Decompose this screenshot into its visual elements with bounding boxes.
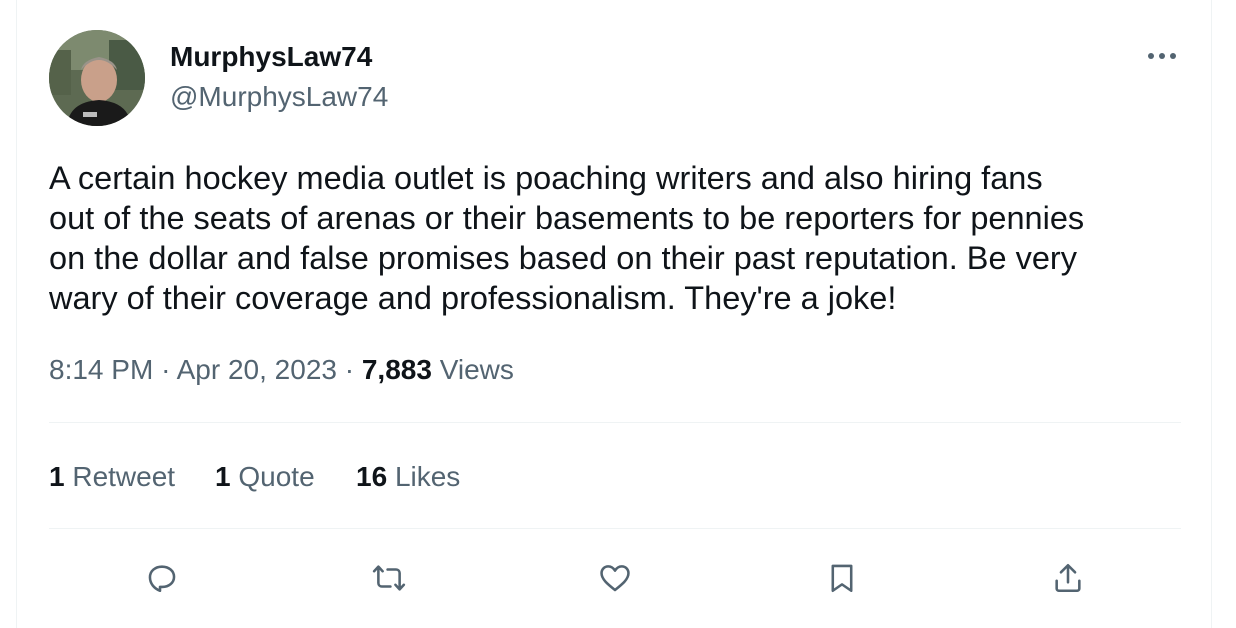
quotes-count: 1 bbox=[215, 461, 231, 492]
meta-separator: · bbox=[344, 354, 355, 385]
retweets-stat[interactable]: 1 Retweet bbox=[49, 459, 175, 495]
retweets-label: Retweet bbox=[72, 461, 176, 492]
share-button[interactable] bbox=[1046, 556, 1090, 600]
reply-button[interactable] bbox=[140, 556, 184, 600]
tweet-date[interactable]: Apr 20, 2023 bbox=[177, 354, 337, 385]
retweet-icon bbox=[372, 565, 406, 591]
author-handle[interactable]: @MurphysLaw74 bbox=[170, 80, 388, 114]
author-display-name[interactable]: MurphysLaw74 bbox=[170, 40, 372, 74]
bookmark-icon bbox=[831, 564, 853, 593]
divider bbox=[49, 422, 1181, 423]
quotes-stat[interactable]: 1 Quote bbox=[215, 459, 315, 495]
more-icon bbox=[1148, 53, 1176, 59]
retweets-count: 1 bbox=[49, 461, 65, 492]
divider bbox=[49, 528, 1181, 529]
meta-separator: · bbox=[161, 354, 171, 385]
avatar[interactable] bbox=[49, 30, 145, 126]
retweet-button[interactable] bbox=[367, 556, 411, 600]
tweet-meta: 8:14 PM · Apr 20, 2023 · 7,883 Views bbox=[49, 352, 514, 388]
likes-count: 16 bbox=[356, 461, 388, 492]
more-options-button[interactable] bbox=[1140, 42, 1184, 70]
quotes-label: Quote bbox=[238, 461, 315, 492]
tweet-text: A certain hockey media outlet is poachin… bbox=[49, 160, 1085, 316]
tweet-time[interactable]: 8:14 PM bbox=[49, 354, 153, 385]
like-icon bbox=[600, 565, 630, 592]
reply-icon bbox=[148, 565, 176, 593]
likes-label: Likes bbox=[394, 461, 461, 492]
views-label: Views bbox=[439, 354, 514, 385]
avatar-photo bbox=[49, 30, 145, 126]
bookmark-button[interactable] bbox=[820, 556, 864, 600]
views-count: 7,883 bbox=[361, 354, 432, 385]
likes-stat[interactable]: 16 Likes bbox=[356, 459, 460, 495]
share-icon bbox=[1055, 563, 1081, 593]
like-button[interactable] bbox=[593, 556, 637, 600]
